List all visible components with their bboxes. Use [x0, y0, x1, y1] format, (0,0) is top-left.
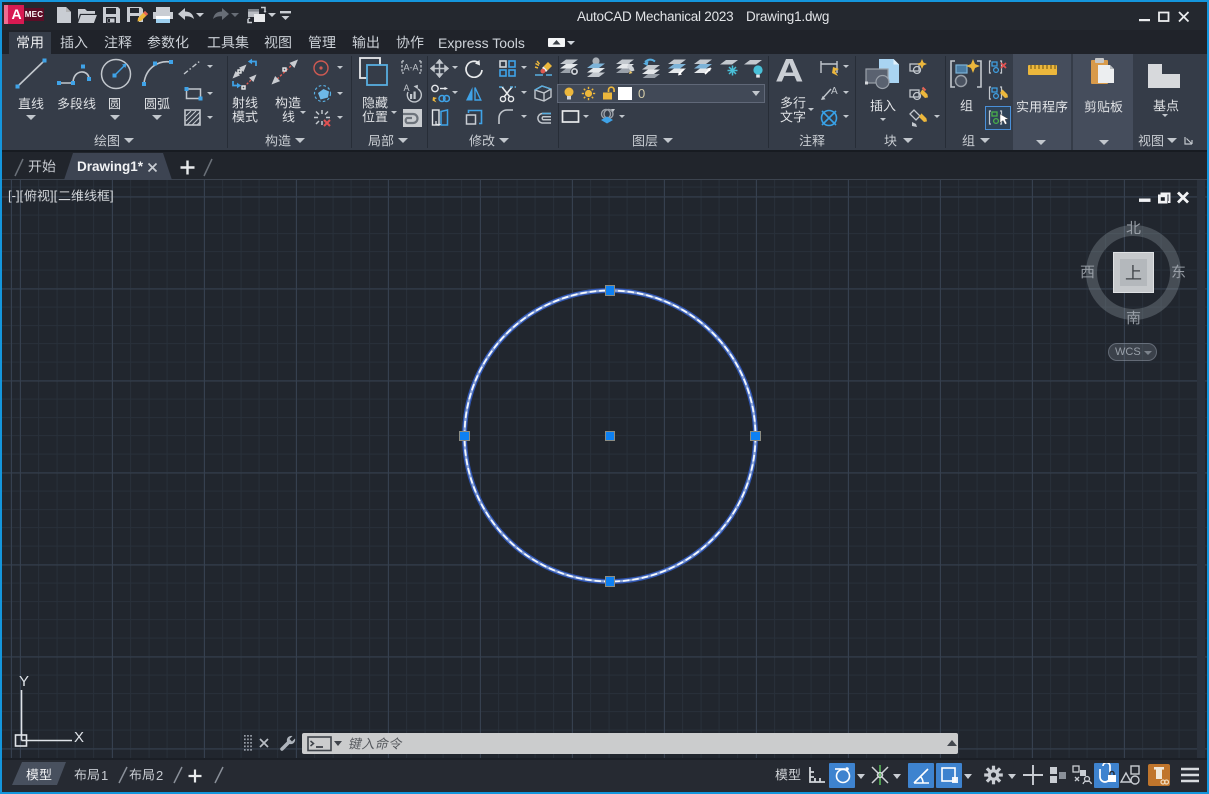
svg-text:A: A: [831, 86, 838, 97]
svg-text:A: A: [404, 83, 410, 93]
svg-text:A-A: A-A: [404, 63, 419, 73]
svg-text:A: A: [775, 55, 803, 85]
svg-text:Y: Y: [19, 673, 29, 690]
svg-text:X: X: [74, 729, 84, 746]
